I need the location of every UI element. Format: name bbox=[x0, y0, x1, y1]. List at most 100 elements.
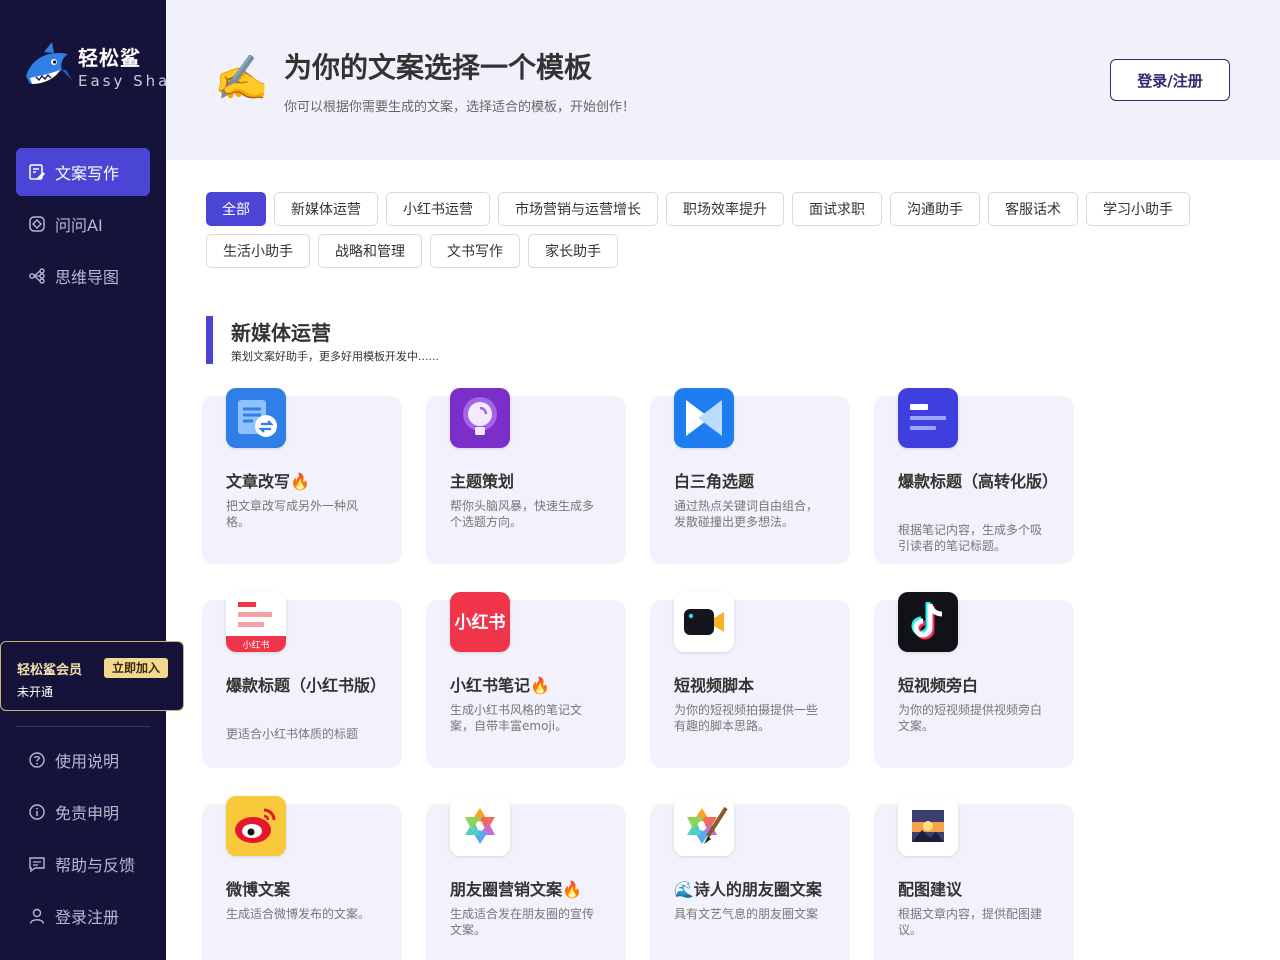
card-description: 根据笔记内容，生成多个吸引读者的笔记标题。 bbox=[898, 523, 1043, 553]
tiktok-icon bbox=[898, 592, 958, 652]
card-description: 为你的短视频拍摄提供一些有趣的脚本思路。 bbox=[674, 703, 819, 733]
tag-parent-assistant[interactable]: 家长助手 bbox=[528, 234, 618, 268]
tag-workplace-efficiency[interactable]: 职场效率提升 bbox=[666, 192, 784, 226]
template-card-moments-marketing[interactable]: 朋友圈营销文案🔥 生成适合发在朋友圈的宣传文案。 bbox=[426, 796, 626, 960]
logo[interactable]: 轻松鲨 Easy Shark bbox=[22, 38, 166, 94]
template-card-viral-headline-conversion[interactable]: 爆款标题（高转化版） 根据笔记内容，生成多个吸引读者的笔记标题。 bbox=[874, 388, 1074, 564]
card-title: 微博文案 bbox=[226, 880, 291, 899]
card-title: 白三角选题 bbox=[674, 472, 755, 491]
tag-study-assistant[interactable]: 学习小助手 bbox=[1086, 192, 1190, 226]
xiaohongshu-note-icon: 小红书 bbox=[226, 592, 286, 652]
brand-name: 轻松鲨 bbox=[78, 46, 141, 70]
moments-brush-icon bbox=[674, 796, 734, 856]
sidebar-item-ask-ai[interactable]: 问问AI bbox=[16, 200, 150, 248]
tag-customer-service[interactable]: 客服话术 bbox=[988, 192, 1078, 226]
card-title: 🌊诗人的朋友圈文案 bbox=[674, 880, 822, 899]
brand-subtitle: Easy Shark bbox=[78, 72, 166, 90]
lightbulb-icon bbox=[450, 388, 510, 448]
svg-text:小红书: 小红书 bbox=[242, 639, 269, 651]
template-card-poet-moments[interactable]: 🌊诗人的朋友圈文案 具有文艺气息的朋友圈文案 bbox=[650, 796, 850, 960]
template-card-short-video-narration[interactable]: 短视频旁白 为你的短视频提供视频旁白文案。 bbox=[874, 592, 1074, 768]
sidebar-item-label: 问问AI bbox=[55, 216, 103, 235]
card-title: 爆款标题（高转化版） bbox=[898, 472, 1059, 491]
tag-marketing-growth[interactable]: 市场营销与运营增长 bbox=[498, 192, 658, 226]
edit-icon bbox=[28, 163, 46, 181]
card-description: 通过热点关键词自由组合，发散碰撞出更多想法。 bbox=[674, 499, 819, 529]
card-description: 更适合小红书体质的标题 bbox=[226, 727, 359, 741]
headline-icon bbox=[898, 388, 958, 448]
page-title: 为你的文案选择一个模板 bbox=[284, 51, 593, 84]
tag-life-assistant[interactable]: 生活小助手 bbox=[206, 234, 310, 268]
sidebar-item-mindmap[interactable]: 思维导图 bbox=[16, 252, 150, 300]
tag-document-writing[interactable]: 文书写作 bbox=[430, 234, 520, 268]
feedback-icon bbox=[28, 855, 46, 873]
section-subtitle: 策划文案好助手，更多好用模板开发中...... bbox=[231, 350, 439, 363]
template-card-viral-headline-xiaohongshu[interactable]: 小红书 爆款标题（小红书版） 更适合小红书体质的标题 bbox=[202, 592, 402, 768]
card-description: 把文章改写成另外一种风格。 bbox=[226, 499, 359, 529]
card-description: 生成小红书风格的笔记文案，自带丰富emoji。 bbox=[450, 703, 583, 733]
sidebar-item-label: 免责申明 bbox=[55, 804, 120, 823]
tag-all[interactable]: 全部 bbox=[206, 192, 266, 226]
tag-interview[interactable]: 面试求职 bbox=[792, 192, 882, 226]
template-card-triangle-topics[interactable]: 白三角选题 通过热点关键词自由组合，发散碰撞出更多想法。 bbox=[650, 388, 850, 564]
card-description: 帮你头脑风暴，快速生成多个选题方向。 bbox=[450, 499, 595, 529]
vip-join-button[interactable]: 立即加入 bbox=[104, 658, 168, 678]
sidebar-item-label: 文案写作 bbox=[55, 164, 120, 183]
sidebar-item-label: 思维导图 bbox=[55, 268, 120, 287]
card-description: 为你的短视频提供视频旁白文案。 bbox=[898, 703, 1043, 733]
triangle-play-icon bbox=[674, 388, 734, 448]
tag-xiaohongshu[interactable]: 小红书运营 bbox=[386, 192, 490, 226]
shark-logo-icon bbox=[26, 42, 72, 84]
sidebar-item-login[interactable]: 登录注册 bbox=[16, 892, 150, 940]
vip-title: 轻松鲨会员 bbox=[17, 663, 83, 678]
article-rewrite-icon bbox=[226, 388, 286, 448]
vip-card: 轻松鲨会员 立即加入 未开通 bbox=[0, 641, 184, 711]
template-card-article-rewrite[interactable]: 文章改写🔥 把文章改写成另外一种风格。 bbox=[202, 388, 402, 564]
picture-icon bbox=[898, 796, 958, 856]
writing-hand-icon: ✍️ bbox=[214, 53, 269, 104]
ai-chat-icon bbox=[28, 215, 46, 233]
sidebar-item-instructions[interactable]: 使用说明 bbox=[16, 736, 150, 784]
card-description: 生成适合微博发布的文案。 bbox=[226, 907, 371, 921]
page-header: ✍️ 为你的文案选择一个模板 你可以根据你需要生成的文案，选择适合的模板，开始创… bbox=[166, 0, 1280, 160]
info-circle-icon bbox=[28, 803, 46, 821]
xiaohongshu-logo-icon: 小红书 bbox=[450, 592, 510, 652]
moments-icon bbox=[450, 796, 510, 856]
template-card-short-video-script[interactable]: 短视频脚本 为你的短视频拍摄提供一些有趣的脚本思路。 bbox=[650, 592, 850, 768]
card-title: 小红书笔记🔥 bbox=[450, 676, 550, 695]
section-accent-bar bbox=[206, 316, 213, 364]
user-icon bbox=[28, 907, 46, 925]
card-title: 爆款标题（小红书版） bbox=[226, 676, 387, 695]
template-card-topic-planning[interactable]: 主题策划 帮你头脑风暴，快速生成多个选题方向。 bbox=[426, 388, 626, 564]
sidebar-item-label: 帮助与反馈 bbox=[55, 856, 136, 875]
card-title: 配图建议 bbox=[898, 880, 963, 899]
card-title: 朋友圈营销文案🔥 bbox=[450, 880, 582, 899]
mindmap-icon bbox=[28, 267, 46, 285]
tag-communication[interactable]: 沟通助手 bbox=[890, 192, 980, 226]
weibo-icon bbox=[226, 796, 286, 856]
sidebar-divider bbox=[16, 726, 150, 727]
svg-text:小红书: 小红书 bbox=[455, 612, 506, 633]
card-description: 生成适合发在朋友圈的宣传文案。 bbox=[450, 907, 595, 937]
card-title: 短视频旁白 bbox=[898, 676, 979, 695]
vip-status: 未开通 bbox=[17, 685, 54, 699]
sidebar-item-label: 登录注册 bbox=[55, 908, 120, 927]
page-subtitle: 你可以根据你需要生成的文案，选择适合的模板，开始创作！ bbox=[284, 100, 636, 115]
template-card-weibo[interactable]: 微博文案 生成适合微博发布的文案。 bbox=[202, 796, 402, 960]
card-description: 具有文艺气息的朋友圈文案 bbox=[674, 907, 819, 921]
template-card-image-suggestion[interactable]: 配图建议 根据文章内容，提供配图建议。 bbox=[874, 796, 1074, 960]
template-card-xiaohongshu-note[interactable]: 小红书 小红书笔记🔥 生成小红书风格的笔记文案，自带丰富emoji。 bbox=[426, 592, 626, 768]
sidebar-item-copywriting[interactable]: 文案写作 bbox=[16, 148, 150, 196]
card-title: 短视频脚本 bbox=[674, 676, 755, 695]
sidebar-item-disclaimer[interactable]: 免责申明 bbox=[16, 788, 150, 836]
card-title: 主题策划 bbox=[450, 472, 515, 491]
sidebar-item-label: 使用说明 bbox=[55, 752, 120, 771]
tag-new-media[interactable]: 新媒体运营 bbox=[274, 192, 378, 226]
card-description: 根据文章内容，提供配图建议。 bbox=[898, 907, 1043, 937]
tag-strategy-management[interactable]: 战略和管理 bbox=[318, 234, 422, 268]
video-camera-icon bbox=[674, 592, 734, 652]
login-register-button[interactable]: 登录/注册 bbox=[1110, 59, 1230, 101]
help-circle-icon bbox=[28, 751, 46, 769]
sidebar-item-feedback[interactable]: 帮助与反馈 bbox=[16, 840, 150, 888]
card-title: 文章改写🔥 bbox=[226, 472, 310, 491]
